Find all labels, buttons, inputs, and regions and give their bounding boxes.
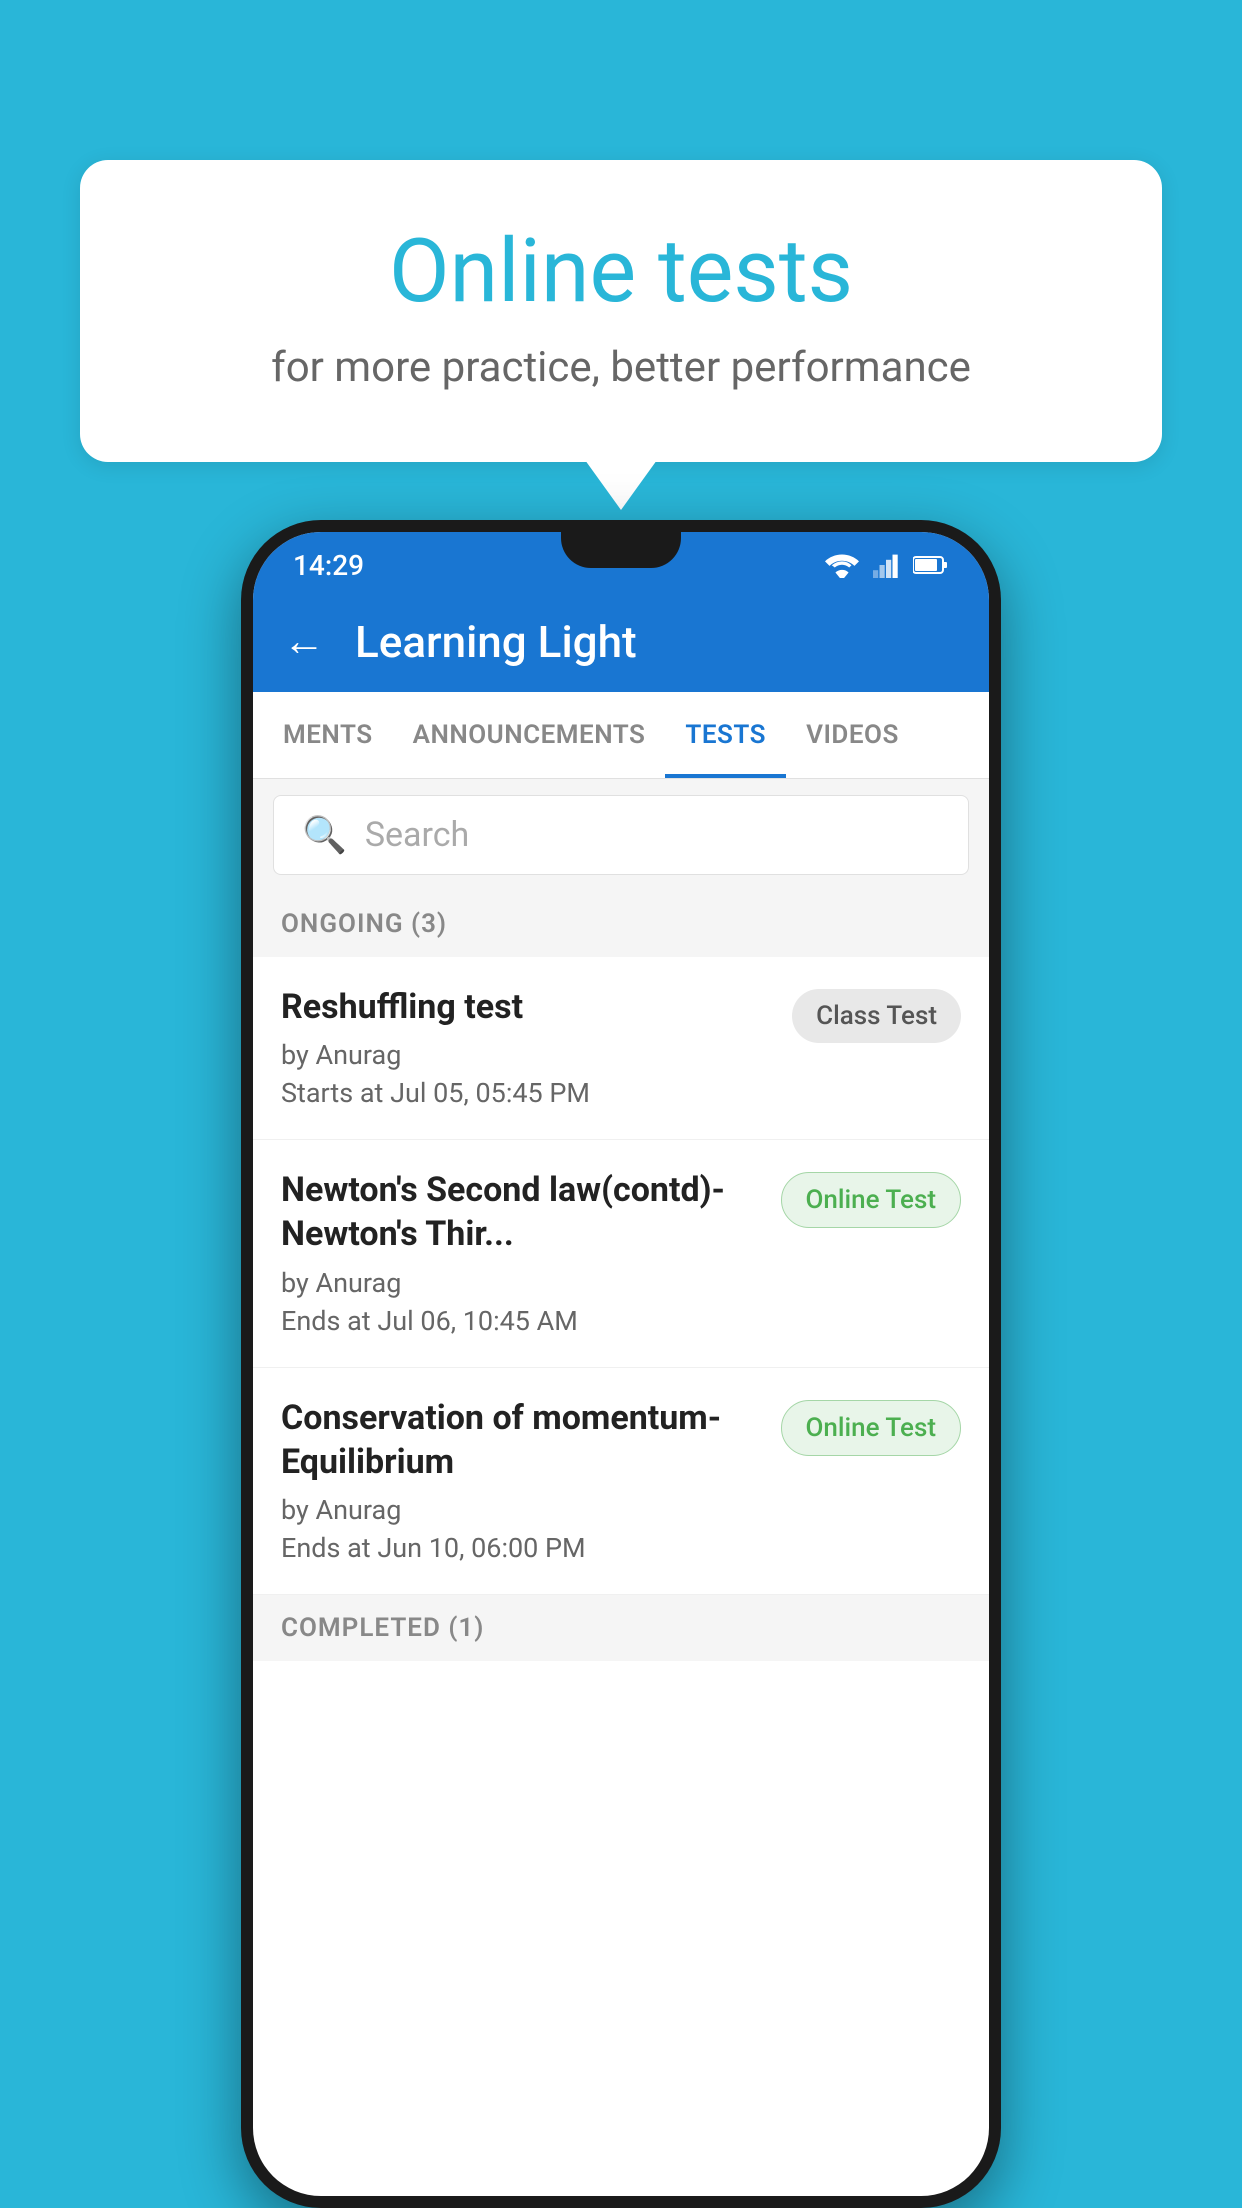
search-placeholder: Search [365,815,469,855]
tab-announcements[interactable]: ANNOUNCEMENTS [393,692,666,778]
status-time: 14:29 [293,549,364,582]
status-icons [825,552,949,578]
back-button[interactable]: ← [283,621,325,663]
test-item[interactable]: Conservation of momentum-Equilibrium by … [253,1368,989,1595]
battery-icon [913,554,949,576]
tab-videos[interactable]: VIDEOS [786,692,919,778]
test-badge: Online Test [781,1172,962,1228]
test-by: by Anurag [281,1267,761,1299]
test-time: Ends at Jun 10, 06:00 PM [281,1532,761,1564]
test-time: Ends at Jul 06, 10:45 AM [281,1305,761,1337]
search-container: 🔍 Search [253,779,989,891]
tabs-container: MENTS ANNOUNCEMENTS TESTS VIDEOS [253,692,989,779]
test-info: Conservation of momentum-Equilibrium by … [281,1396,761,1564]
phone-screen: 14:29 [253,532,989,2196]
tab-tests[interactable]: TESTS [665,692,786,778]
promo-title: Online tests [160,220,1082,323]
promo-subtitle: for more practice, better performance [160,343,1082,392]
search-bar[interactable]: 🔍 Search [273,795,969,875]
ongoing-section-header: ONGOING (3) [253,891,989,957]
completed-label: COMPLETED (1) [281,1613,484,1643]
phone-notch [561,532,681,568]
test-name: Newton's Second law(contd)-Newton's Thir… [281,1168,761,1256]
test-list: Reshuffling test by Anurag Starts at Jul… [253,957,989,1595]
phone-mockup: 14:29 [241,520,1001,2208]
test-info: Reshuffling test by Anurag Starts at Jul… [281,985,772,1109]
test-badge: Class Test [792,989,961,1043]
signal-icon [871,552,901,578]
test-name: Conservation of momentum-Equilibrium [281,1396,761,1484]
test-item[interactable]: Newton's Second law(contd)-Newton's Thir… [253,1140,989,1367]
test-by: by Anurag [281,1494,761,1526]
promo-section: Online tests for more practice, better p… [80,160,1162,462]
app-bar: ← Learning Light [253,592,989,692]
test-badge: Online Test [781,1400,962,1456]
wifi-icon [825,552,859,578]
test-by: by Anurag [281,1039,772,1071]
tab-ments[interactable]: MENTS [263,692,393,778]
test-info: Newton's Second law(contd)-Newton's Thir… [281,1168,761,1336]
test-name: Reshuffling test [281,985,772,1029]
test-item[interactable]: Reshuffling test by Anurag Starts at Jul… [253,957,989,1140]
search-icon: 🔍 [302,814,347,856]
app-title: Learning Light [355,616,637,668]
ongoing-label: ONGOING (3) [281,909,447,939]
phone-wrapper: 14:29 [80,520,1162,2208]
speech-bubble: Online tests for more practice, better p… [80,160,1162,462]
test-time: Starts at Jul 05, 05:45 PM [281,1077,772,1109]
completed-section-header: COMPLETED (1) [253,1595,989,1661]
